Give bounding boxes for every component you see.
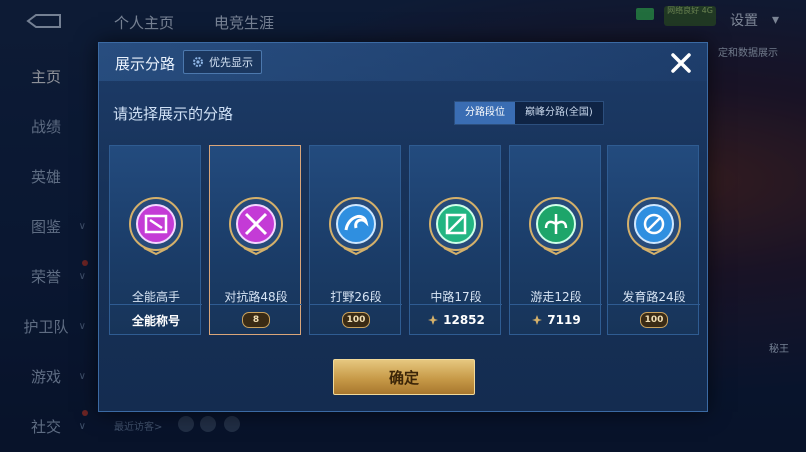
- lane-badge-icon: [129, 197, 183, 256]
- lane-badge-icon: [329, 197, 383, 256]
- lane-name: 中路17段: [430, 290, 482, 304]
- lane-badge-icon: [529, 197, 583, 256]
- close-icon[interactable]: [667, 49, 695, 77]
- lane-badge-icon: [429, 197, 483, 256]
- priority-display-label: 优先显示: [209, 56, 253, 69]
- lane-name: 全能高手: [131, 290, 180, 304]
- lane-name: 发育路24段: [622, 290, 686, 304]
- lane-badge-icon: [627, 197, 681, 256]
- lane-score: 7119: [547, 313, 581, 327]
- lane-footer: 100: [310, 304, 402, 335]
- lane-level-badge: 100: [341, 312, 371, 328]
- lane-footer: 100: [608, 304, 700, 335]
- gear-icon: [193, 57, 203, 67]
- lane-card-farm[interactable]: 发育路24段 100: [607, 145, 700, 335]
- dialog-header: 展示分路 优先显示: [99, 43, 707, 81]
- lane-display-dialog: 展示分路 优先显示 请选择展示的分路 分路段位 巅峰分路(全国) 全能高手 全能…: [98, 42, 708, 412]
- lane-card-all-round[interactable]: 全能高手 全能称号: [109, 145, 202, 335]
- lane-footer: 8: [210, 304, 302, 335]
- lane-type-toggle: 分路段位 巅峰分路(全国): [454, 101, 604, 125]
- rank-star-icon: [532, 315, 543, 325]
- lane-card-roam[interactable]: 游走12段 7119: [509, 145, 602, 335]
- lane-score: 12852: [443, 313, 485, 327]
- lane-level-badge: 100: [639, 312, 669, 328]
- lane-name: 打野26段: [330, 290, 382, 304]
- segment-peak-lane[interactable]: 巅峰分路(全国): [515, 102, 603, 124]
- lane-footer: 12852: [410, 304, 502, 335]
- priority-display-button[interactable]: 优先显示: [183, 50, 262, 74]
- lane-card-clash[interactable]: 对抗路48段 8: [209, 145, 302, 335]
- confirm-button[interactable]: 确定: [333, 359, 475, 395]
- lane-card-jungle[interactable]: 打野26段 100: [309, 145, 402, 335]
- lane-level-badge: 8: [242, 312, 270, 328]
- lane-title: 全能称号: [131, 313, 180, 328]
- lane-card-list: 全能高手 全能称号 对抗路48段 8 打野26段 100 中路17段 12852…: [109, 145, 700, 335]
- segment-lane-rank[interactable]: 分路段位: [455, 102, 515, 124]
- lane-name: 游走12段: [530, 290, 582, 304]
- dialog-subtitle: 请选择展示的分路: [113, 105, 234, 123]
- lane-name: 对抗路48段: [224, 290, 288, 304]
- rank-star-icon: [428, 315, 439, 325]
- lane-footer: 7119: [510, 304, 602, 335]
- lane-footer: 全能称号: [110, 304, 202, 335]
- dialog-title: 展示分路: [115, 55, 176, 73]
- lane-card-mid[interactable]: 中路17段 12852: [409, 145, 502, 335]
- lane-badge-icon: [229, 197, 283, 256]
